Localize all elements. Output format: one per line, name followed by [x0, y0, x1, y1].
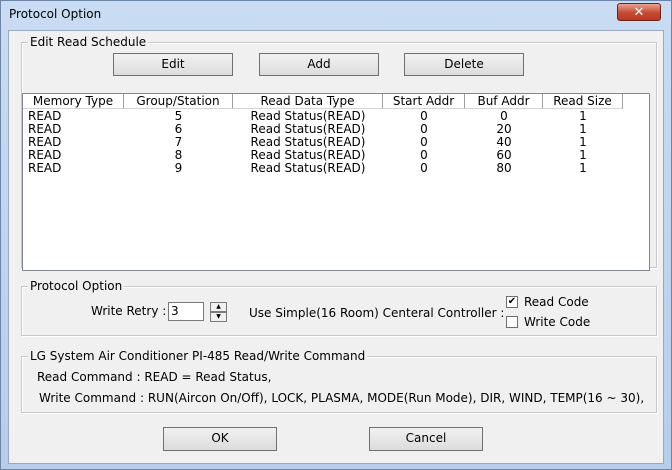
write-command-text: Write Command : RUN(Aircon On/Off), LOCK… [39, 391, 645, 405]
write-retry-label: Write Retry : [91, 304, 167, 318]
column-header-buf-addr[interactable]: Buf Addr [465, 94, 543, 109]
cell-buf-addr: 80 [496, 161, 512, 175]
edit-read-schedule-legend: Edit Read Schedule [28, 35, 149, 49]
protocol-option-dialog: Protocol Option ✕ Edit Read Schedule Edi… [0, 0, 672, 470]
command-info-legend: LG System Air Conditioner PI-485 Read/Wr… [28, 349, 368, 363]
edit-button[interactable]: Edit [113, 53, 233, 76]
cancel-button[interactable]: Cancel [369, 427, 483, 451]
check-icon: ✔ [507, 296, 517, 307]
read-command-text: Read Command : READ = Read Status, [37, 370, 272, 384]
delete-button[interactable]: Delete [404, 53, 524, 76]
window-title: Protocol Option [9, 7, 102, 21]
column-header-group-station[interactable]: Group/Station [124, 94, 233, 109]
cell-read-data-type: Read Status(READ) [250, 161, 366, 175]
write-code-label[interactable]: Write Code [524, 315, 590, 329]
cell-group-station: 9 [174, 161, 183, 175]
column-header-read-data-type[interactable]: Read Data Type [233, 94, 383, 109]
cell-read-size: 1 [579, 161, 587, 175]
protocol-option-legend: Protocol Option [28, 279, 125, 293]
title-bar: Protocol Option ✕ [1, 1, 671, 29]
table-row[interactable]: READ 9 Read Status(READ) 0 80 1 [23, 162, 649, 175]
dialog-client-area: Edit Read Schedule Edit Add Delete Memor… [8, 30, 664, 464]
ok-button[interactable]: OK [163, 427, 277, 451]
column-header-start-addr[interactable]: Start Addr [383, 94, 465, 109]
column-header-read-size[interactable]: Read Size [543, 94, 623, 109]
read-code-label[interactable]: Read Code [524, 295, 589, 309]
spin-up-button[interactable]: ▲ [210, 302, 227, 312]
write-code-checkbox[interactable] [506, 316, 518, 328]
controller-label: Use Simple(16 Room) Centeral Controller … [249, 306, 505, 320]
cell-memory-type: READ [28, 161, 62, 175]
write-retry-input[interactable]: 3 [168, 302, 204, 321]
read-schedule-list[interactable]: Memory Type Group/Station Read Data Type… [22, 93, 650, 271]
read-code-checkbox[interactable]: ✔ [506, 296, 518, 308]
spin-down-button[interactable]: ▼ [210, 312, 227, 322]
close-button[interactable]: ✕ [617, 3, 661, 21]
cell-start-addr: 0 [420, 161, 428, 175]
add-button[interactable]: Add [259, 53, 379, 76]
column-header-memory-type[interactable]: Memory Type [23, 94, 124, 109]
